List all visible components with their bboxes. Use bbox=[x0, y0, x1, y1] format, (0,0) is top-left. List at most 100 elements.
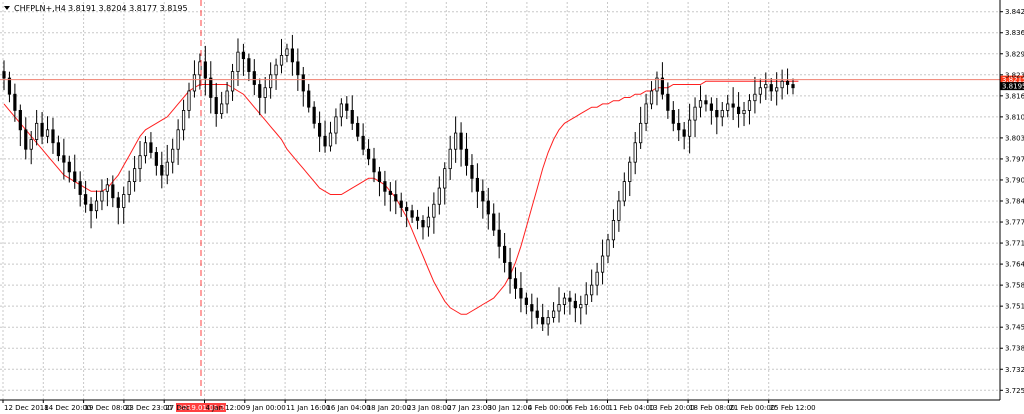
candle-body bbox=[35, 122, 39, 140]
candle-body bbox=[568, 297, 572, 302]
candle-body bbox=[535, 310, 539, 318]
chart-header-symbol: CHFPLN+,H4 bbox=[14, 4, 66, 13]
candle-body bbox=[584, 294, 588, 305]
candle-body bbox=[437, 187, 441, 205]
candle-body bbox=[383, 181, 387, 192]
candle-body bbox=[426, 216, 431, 228]
candle-body bbox=[503, 245, 507, 263]
time-tick-label: 27 Dec bbox=[165, 404, 190, 412]
candle-body bbox=[606, 239, 610, 257]
candle-body bbox=[709, 103, 713, 111]
candle-body bbox=[677, 122, 681, 131]
time-tick-label: 9 Jan 00:00 bbox=[246, 404, 286, 412]
candle-body bbox=[747, 100, 752, 111]
price-tick-label: 3.7450 bbox=[1005, 324, 1024, 332]
candle-body bbox=[666, 93, 670, 111]
candle-body bbox=[328, 132, 333, 147]
candle-body bbox=[769, 84, 773, 92]
candle-body bbox=[154, 152, 158, 166]
candle-body bbox=[546, 317, 550, 325]
candle-body bbox=[116, 197, 120, 208]
candle-body bbox=[405, 207, 409, 212]
candle-body bbox=[388, 190, 392, 195]
candle-body bbox=[562, 297, 567, 305]
candle-body bbox=[791, 84, 795, 89]
candle-body bbox=[410, 210, 414, 218]
candle-body bbox=[165, 161, 169, 176]
candle-body bbox=[432, 203, 436, 218]
time-tick-label: 11 Feb 04:00 bbox=[609, 404, 655, 412]
time-tick-label: 25 Feb 12:00 bbox=[770, 404, 816, 412]
time-tick-label: 4 Feb 00:00 bbox=[528, 404, 569, 412]
candle-body bbox=[421, 220, 425, 228]
candle-body bbox=[350, 109, 354, 124]
price-tick-label: 3.8295 bbox=[1005, 50, 1024, 58]
candle-body bbox=[29, 139, 33, 150]
candle-body bbox=[366, 148, 371, 160]
candle-body bbox=[611, 220, 616, 241]
candle-body bbox=[160, 165, 164, 176]
candle-body bbox=[497, 229, 501, 247]
candle-body bbox=[7, 77, 12, 95]
candle-body bbox=[530, 304, 534, 312]
candle-body bbox=[18, 109, 22, 131]
candle-body bbox=[464, 148, 469, 166]
candle-body bbox=[764, 84, 768, 89]
candle-body bbox=[486, 200, 490, 215]
candle-body bbox=[443, 168, 447, 189]
candle-body bbox=[171, 148, 175, 163]
time-tick-label: 18 Feb 08:00 bbox=[689, 404, 735, 412]
price-tick-label: 3.7840 bbox=[1005, 198, 1024, 206]
time-tick-label: 16 Jan 04:00 bbox=[326, 404, 370, 412]
time-tick-label: 23 Jan 08:00 bbox=[407, 404, 451, 412]
time-tick-label: 18 Jan 20:00 bbox=[367, 404, 411, 412]
candle-body bbox=[590, 284, 594, 296]
candle-body bbox=[307, 90, 311, 108]
candle-body bbox=[2, 71, 6, 79]
candle-body bbox=[40, 122, 44, 137]
candle-body bbox=[704, 100, 708, 105]
time-tick-label: 21 Feb 00:00 bbox=[729, 404, 775, 412]
candle-body bbox=[214, 97, 218, 115]
candle-body bbox=[220, 103, 224, 115]
candle-body bbox=[758, 87, 762, 95]
candle-body bbox=[448, 148, 452, 170]
candle-body bbox=[13, 93, 17, 111]
candle-body bbox=[519, 287, 523, 299]
time-tick-label: 27 Jan 23:00 bbox=[447, 404, 491, 412]
candle-body bbox=[524, 297, 528, 305]
price-tick-label: 3.8230 bbox=[1005, 71, 1024, 79]
candle-body bbox=[377, 171, 382, 182]
candle-body bbox=[296, 61, 300, 76]
price-tick-label: 3.8360 bbox=[1005, 29, 1024, 37]
candle-body bbox=[415, 216, 420, 221]
chart-header-ohlc: 3.8191 3.8204 3.8177 3.8195 bbox=[68, 4, 188, 13]
candle-body bbox=[258, 84, 262, 98]
candle-body bbox=[94, 200, 99, 212]
candle-body bbox=[122, 194, 126, 208]
candle-body bbox=[579, 304, 583, 309]
price-tick-label: 3.7385 bbox=[1005, 345, 1024, 353]
candle-body bbox=[192, 74, 197, 92]
candle-body bbox=[573, 300, 577, 309]
current-price-label: 3.8195 bbox=[1002, 83, 1024, 91]
price-tick-label: 3.7970 bbox=[1005, 155, 1024, 163]
price-tick-label: 3.8425 bbox=[1005, 8, 1024, 16]
candle-body bbox=[644, 103, 648, 124]
price-tick-label: 3.7320 bbox=[1005, 366, 1024, 374]
candle-body bbox=[399, 200, 403, 208]
candle-body bbox=[285, 48, 289, 56]
candle-body bbox=[671, 109, 675, 124]
candle-body bbox=[209, 77, 213, 98]
candle-body bbox=[269, 74, 273, 89]
candle-body bbox=[149, 142, 153, 153]
candle-body bbox=[736, 106, 741, 115]
candle-body bbox=[105, 184, 109, 192]
candle-body bbox=[345, 103, 349, 111]
candle-body bbox=[290, 48, 294, 63]
price-tick-label: 3.7580 bbox=[1005, 282, 1024, 290]
price-tick-label: 3.8165 bbox=[1005, 92, 1024, 100]
time-tick-label: 13 Feb 20:00 bbox=[649, 404, 695, 412]
dropdown-triangle-icon[interactable] bbox=[4, 6, 10, 10]
candle-body bbox=[132, 168, 137, 182]
